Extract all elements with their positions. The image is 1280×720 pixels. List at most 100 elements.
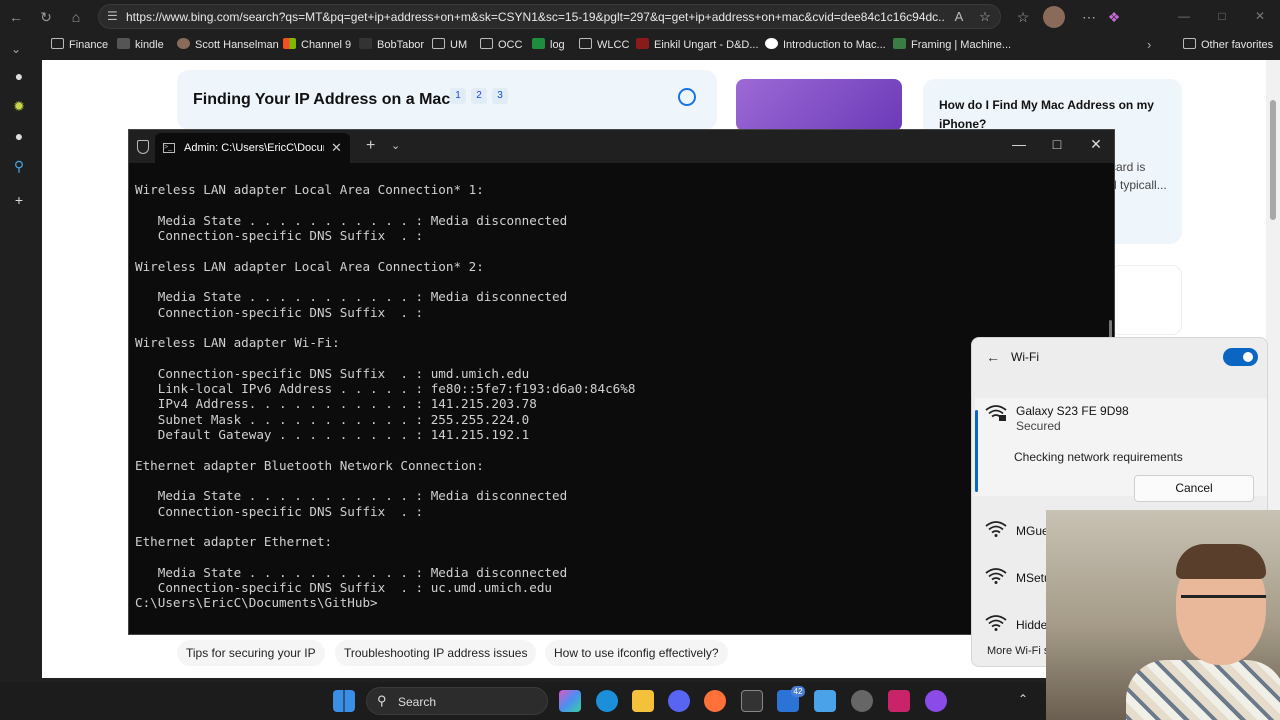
jetbrains-icon[interactable] [888,690,910,712]
favorite-star-icon[interactable]: ☆ [977,9,993,25]
citation-chip[interactable]: 2 [471,88,487,104]
citation-chip[interactable]: 3 [492,88,508,104]
more-icon[interactable]: ⋯ [1078,6,1100,28]
bookmark-item[interactable]: Finance [51,34,108,56]
cancel-button[interactable]: Cancel [1134,475,1254,502]
home-icon[interactable]: ⌂ [66,7,86,27]
bookmark-label: Finance [69,39,109,51]
bookmark-item[interactable]: WLCC [579,34,629,56]
bookmark-item[interactable]: Channel 9 [283,34,351,56]
firefox-icon[interactable] [704,690,726,712]
bobtabor-icon [359,38,372,49]
bookmark-label: Other favorites [1201,39,1274,51]
github-icon[interactable]: ● [11,128,27,144]
bookmark-label: kindle [135,39,164,51]
terminal-line: Connection-specific DNS Suffix . : [135,228,424,244]
bookmark-item[interactable]: OCC [480,34,522,56]
profile-avatar[interactable] [1043,6,1065,28]
terminal-icon[interactable] [741,690,763,712]
copilot-icon[interactable] [559,690,581,712]
related-chip[interactable]: How to use ifconfig effectively? [545,640,728,666]
file-explorer-icon[interactable] [632,690,654,712]
discord-icon[interactable] [668,690,690,712]
regenerate-icon[interactable] [678,88,696,106]
wifi-icon [985,568,1007,584]
chevron-down-icon[interactable]: ⌄ [391,139,400,152]
bookmark-item[interactable]: kindle [117,34,164,56]
start-icon[interactable] [333,690,355,712]
wifi-toggle[interactable] [1223,348,1258,366]
back-icon[interactable]: ← [6,7,26,27]
browser-toolbar: ← ↻ ⌂ ☰ https://www.bing.com/search?qs=M… [0,0,1280,60]
refresh-icon[interactable]: ↻ [36,7,56,27]
github-icon[interactable]: ● [11,68,27,84]
add-icon[interactable]: + [11,192,27,208]
video-thumbnail[interactable] [736,79,902,131]
powershell-icon: >_ [163,143,175,153]
bookmark-item[interactable]: BobTabor [359,34,424,56]
terminal-line: Connection-specific DNS Suffix . : [135,304,424,320]
bookmark-item[interactable]: log [532,34,565,56]
terminal-line: Connection-specific DNS Suffix . : [135,503,424,519]
network-name[interactable]: MGue [1016,524,1049,538]
settings-icon[interactable] [851,690,873,712]
close-icon[interactable]: ✕ [1250,6,1270,26]
favorites-icon[interactable]: ☆ [1012,6,1034,28]
back-arrow-icon[interactable]: ← [986,349,1000,365]
bookmark-item[interactable]: Scott Hanselman [177,34,279,56]
wifi-icon [985,521,1007,537]
network-status: Secured [1016,419,1061,433]
dnd-icon [636,38,649,49]
bookmark-item[interactable]: Einkil Ungart - D&D... [636,34,759,56]
webcam-hair [1176,544,1266,579]
new-tab-icon[interactable]: + [366,137,375,155]
favorites-bar: Finance kindle Scott Hanselman Channel 9… [44,34,1280,56]
chevron-right-icon[interactable]: › [1147,34,1151,56]
checking-status: Checking network requirements [1014,450,1183,464]
related-chip[interactable]: Troubleshooting IP address issues [335,640,537,666]
search-app-icon[interactable]: ⚲ [11,158,27,174]
bookmark-item[interactable]: UM [432,34,467,56]
network-name[interactable]: Hidde [1016,618,1047,632]
scroll-thumb[interactable] [1270,100,1276,220]
bookmark-label: UM [450,39,468,51]
copilot-icon[interactable]: ❖ [1103,6,1125,28]
read-aloud-icon[interactable]: A [951,9,967,25]
related-chip[interactable]: Tips for securing your IP [177,640,325,666]
wifi-icon [985,615,1007,631]
bookmark-label: WLCC [597,39,630,51]
chevron-down-icon[interactable]: ⌄ [11,42,21,56]
close-icon[interactable]: ✕ [1086,136,1106,153]
extension-icon[interactable]: ✹ [11,98,27,114]
terminal-output[interactable]: Wireless LAN adapter Local Area Connecti… [135,167,1105,633]
url-text[interactable]: https://www.bing.com/search?qs=MT&pq=get… [126,9,946,25]
chevron-up-icon[interactable]: ⌃ [1018,692,1028,706]
bookmark-item[interactable]: Framing | Machine... [893,34,1011,56]
edge-icon[interactable] [596,690,618,712]
other-favorites[interactable]: Other favorites [1183,34,1273,56]
terminal-tab[interactable]: >_ Admin: C:\Users\EricC\Documents\GitHu… [155,133,350,163]
minimize-icon[interactable]: — [1174,6,1194,26]
minimize-icon[interactable]: — [1009,136,1029,152]
bookmark-label: BobTabor [377,39,425,51]
terminal-line: Media State . . . . . . . . . . . : Medi… [135,289,568,305]
google-icon [765,38,778,49]
maximize-icon[interactable]: □ [1047,136,1067,152]
citation-chip[interactable]: 1 [450,88,466,104]
bookmark-label: log [550,39,565,51]
bookmark-label: Framing | Machine... [911,39,1012,51]
folder-icon [579,38,592,49]
notepad-icon[interactable] [814,690,836,712]
github-desktop-icon[interactable] [925,690,947,712]
address-bar[interactable]: ☰ https://www.bing.com/search?qs=MT&pq=g… [98,4,1001,29]
bookmark-item[interactable]: Introduction to Mac... [765,34,886,56]
maximize-icon[interactable]: □ [1212,6,1232,26]
site-info-icon[interactable]: ☰ [107,9,121,23]
taskbar-search[interactable]: ⚲ Search [366,687,548,715]
close-tab-icon[interactable]: ✕ [331,140,342,156]
admin-shield-icon [137,140,149,154]
